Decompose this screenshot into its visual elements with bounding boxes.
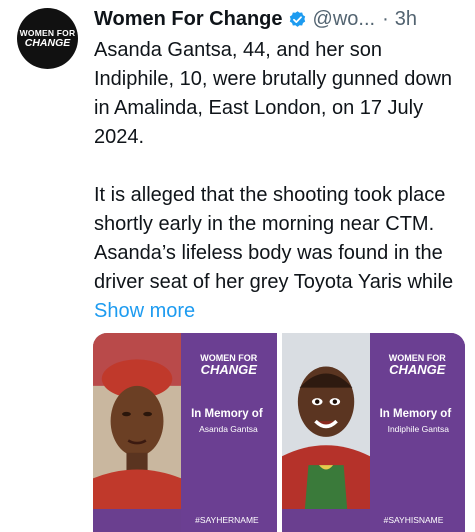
author-handle[interactable]: @wo...	[313, 8, 376, 31]
tweet-header: Women For Change @wo... · 3h	[94, 6, 417, 32]
memory-heading: In Memory of	[379, 408, 452, 420]
avatar-logo-line2: CHANGE	[24, 36, 71, 49]
wfc-logo: WOMEN FOR CHANGE	[370, 353, 465, 376]
memorial-panel: WOMEN FOR CHANGE In Memory of Indiphile …	[369, 333, 465, 532]
author-name[interactable]: Women For Change	[94, 8, 283, 31]
portrait-photo-boy	[281, 333, 370, 510]
media-card-indiphile[interactable]: WOMEN FOR CHANGE In Memory of Indiphile …	[281, 333, 465, 532]
avatar[interactable]: WOMEN FOR CHANGE	[17, 8, 78, 69]
show-more-link[interactable]: Show more	[94, 300, 195, 322]
tweet-text: Asanda Gantsa, 44, and her son Indiphile…	[94, 36, 466, 326]
tweet-paragraph-2-text: It is alleged that the shooting took pla…	[94, 184, 454, 293]
wfc-logo: WOMEN FOR CHANGE	[181, 353, 276, 376]
portrait-photo-woman	[93, 333, 182, 510]
memorial-panel: WOMEN FOR CHANGE In Memory of Asanda Gan…	[181, 333, 277, 532]
memory-name: Indiphile Gantsa	[387, 424, 450, 434]
logo-line2: CHANGE	[200, 362, 257, 377]
hashtag: #SAYHISNAME	[383, 515, 444, 525]
media-card-asanda[interactable]: WOMEN FOR CHANGE In Memory of Asanda Gan…	[93, 333, 277, 532]
tweet-paragraph-1: Asanda Gantsa, 44, and her son Indiphile…	[94, 39, 453, 148]
separator-dot: ·	[382, 7, 389, 30]
memory-name: Asanda Gantsa	[199, 424, 258, 434]
logo-line2: CHANGE	[389, 362, 446, 377]
tweet-time[interactable]: 3h	[395, 8, 417, 31]
memory-heading: In Memory of	[191, 408, 263, 420]
tweet-paragraph-2: It is alleged that the shooting took pla…	[94, 181, 466, 326]
hashtag: #SAYHERNAME	[195, 515, 259, 525]
verified-badge-icon	[289, 10, 305, 27]
media-grid: WOMEN FOR CHANGE In Memory of Asanda Gan…	[93, 333, 465, 532]
